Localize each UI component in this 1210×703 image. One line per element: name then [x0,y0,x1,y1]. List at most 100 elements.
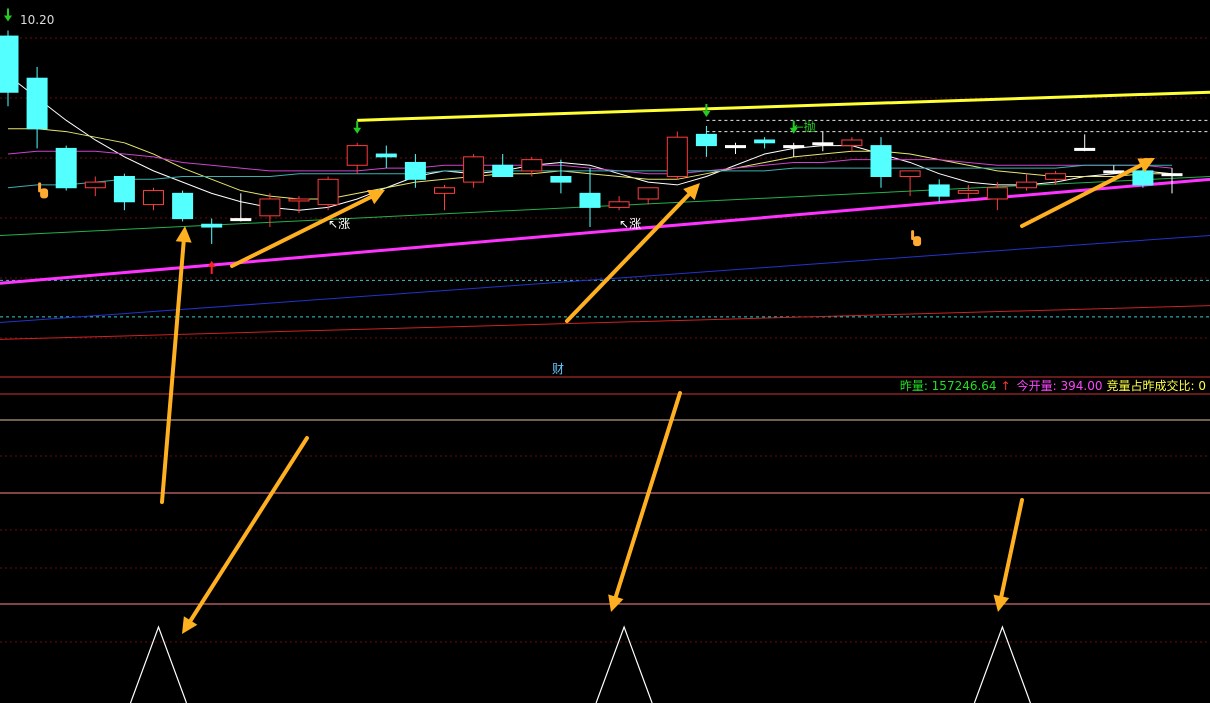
arrow-head [608,594,624,612]
candle-body [695,133,717,147]
arrow-shaft [613,391,682,599]
candle-body [783,145,805,149]
candle-body [1016,181,1037,189]
candle-body [172,192,194,220]
candle [201,218,223,244]
annotation-arrows [160,158,1155,634]
hand-palm [913,236,922,247]
candle-body [463,156,485,183]
signal-text: ↖涨 [619,216,641,231]
candle [550,159,572,194]
candle-body [754,139,776,144]
candle [55,145,77,191]
candle-body [957,190,979,194]
candle-body [288,198,310,202]
candle-body [317,178,339,206]
arrow-head [175,226,192,243]
candle-body [579,192,601,208]
peak-signal [129,625,188,703]
candle [899,170,921,197]
annotation-arrow [993,498,1024,612]
candle [288,196,310,214]
candle-body [608,201,630,208]
candle-body [113,176,135,203]
candle [637,187,659,205]
arrow-shaft [230,195,373,268]
arrow-head [353,127,362,134]
signal-markers: ↖涨 ↖涨←抛 [4,8,922,274]
volume-info-item: 今开量: 394.00 [1016,379,1103,393]
grid-lines [0,37,1210,643]
candle [404,154,426,188]
candle [84,176,106,197]
candle [754,137,776,149]
up-arrow-icon [207,260,216,274]
candle-body [143,190,164,206]
arrow-head [702,110,711,117]
arrow-shaft [160,239,186,504]
candle [346,142,368,174]
candle [492,154,514,177]
candle-body [375,153,397,158]
hand-finger [38,182,42,193]
peak-signal [595,625,653,703]
candle [1074,134,1096,152]
candle-body [812,142,834,146]
candle [1016,173,1037,191]
candle-body [521,159,543,172]
candle-body [434,187,455,194]
candlesticks [0,30,1183,244]
candle-body [55,147,77,189]
volume-info-item: ↑ [1000,379,1011,393]
candle [0,30,19,107]
annotation-arrow [182,436,309,634]
lower-indicator-panel [0,376,1210,703]
signal-text: ←抛 [794,119,816,134]
candle [1103,165,1125,174]
candle-body [1045,173,1067,180]
arrow-shaft [999,498,1024,599]
candle-body [637,187,659,200]
candle [725,142,746,155]
candle-body [928,184,950,197]
candle-body [26,77,48,130]
candle-body [404,161,426,180]
candle-body [201,223,223,228]
volume-info-bar: 昨量: 157246.64 ↑ 今开量: 394.00 竞量占昨成交比: 0 [900,377,1210,394]
candle [463,154,485,188]
volume-info-item: 竞量占昨成交比: 0 [1106,379,1207,393]
candle-body [870,145,892,178]
arrow-shaft [188,436,309,623]
arrow-head [4,15,12,22]
arrow-head [993,594,1010,612]
candle-body [550,176,572,183]
candle [143,187,164,211]
candle [230,193,252,222]
price-label: 10.20 [20,13,54,27]
candle-body [841,139,863,147]
candle [666,131,688,180]
down-arrow-icon [4,8,12,22]
candle-body [84,181,106,189]
candle-body [1132,170,1154,186]
candle [608,196,630,211]
stock-chart: ↖涨 ↖涨←抛 10.20 财 [0,8,1210,703]
candle [695,125,717,157]
candle [375,145,397,169]
hand-finger [911,230,915,241]
trend-line-red [0,305,1210,340]
volume-info-item: 昨量: 157246.64 [899,379,997,393]
candle [812,131,834,152]
arrow-shaft [565,192,691,323]
candle [957,184,979,199]
candle-body [1161,173,1183,177]
candle [26,66,48,149]
candle-body [1074,147,1096,151]
candle [928,179,950,202]
peak-signal [973,625,1031,703]
annotation-arrow [608,391,682,612]
hand-palm [40,188,49,199]
candle-body [986,187,1008,200]
hand-pointer-icon [911,230,922,247]
mid-label: 财 [552,362,564,376]
